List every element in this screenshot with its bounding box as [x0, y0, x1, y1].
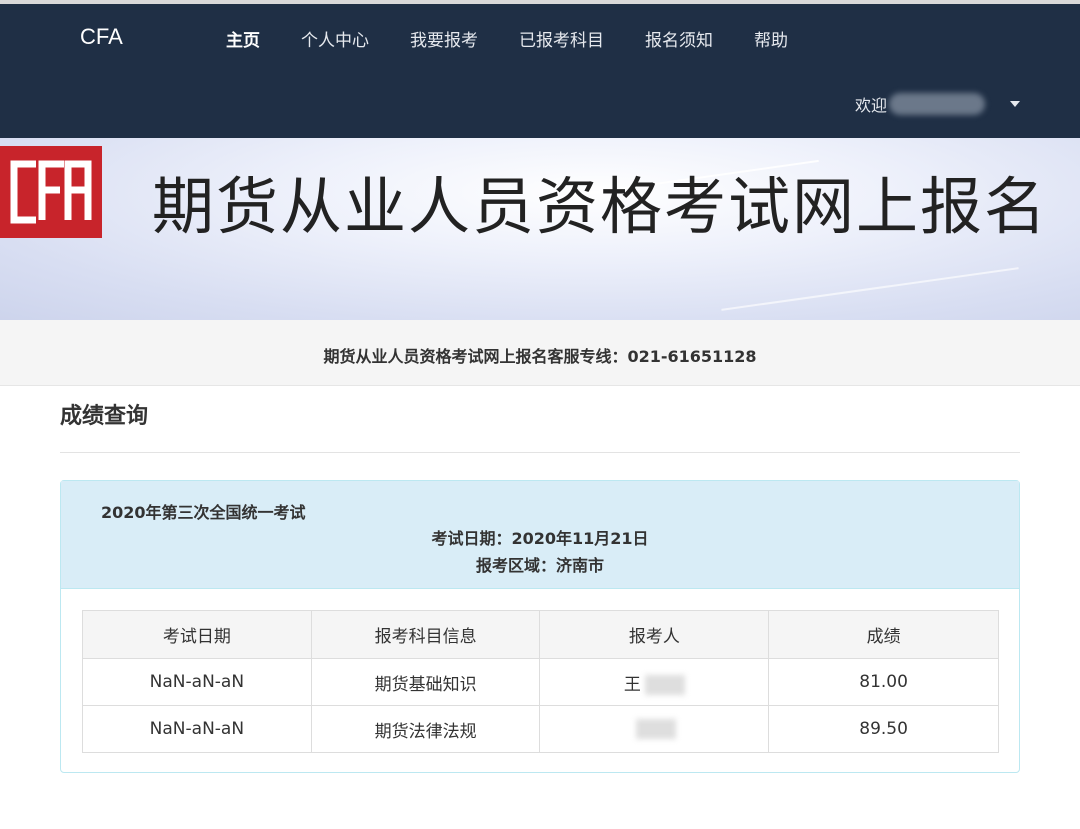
candidate-name: 王 [623, 674, 641, 695]
navbar-top-line [0, 0, 1080, 4]
exam-name: 2020年第三次全国统一考试 [101, 503, 306, 522]
nav-menu: 主页 个人中心 我要报考 已报考科目 报名须知 帮助 [226, 26, 829, 51]
cell-subject: 期货基础知识 [310, 658, 541, 706]
cfa-logo [0, 146, 102, 238]
score-panel: 2020年第三次全国统一考试 考试日期：2020年11月21日 报考区域：济南市… [60, 480, 1020, 773]
welcome-label: 欢迎 [855, 96, 888, 115]
title-divider [60, 452, 1020, 453]
cell-subject: 期货法律法规 [310, 705, 541, 753]
nav-item-registered-subjects[interactable]: 已报考科目 [519, 26, 604, 51]
nav-item-home[interactable]: 主页 [226, 26, 260, 51]
cell-exam-date: NaN-aN-aN [82, 658, 312, 706]
table-row: NaN-aN-aN 期货法律法规 89.50 [82, 705, 999, 753]
table-row: NaN-aN-aN 期货基础知识 王 81.00 [82, 658, 999, 706]
column-header-subject: 报考科目信息 [310, 610, 541, 659]
banner-title: 期货从业人员资格考试网上报名 [152, 170, 1049, 243]
column-header-score: 成绩 [768, 610, 999, 659]
user-welcome[interactable]: 欢迎 [855, 92, 986, 116]
hotline-text: 期货从业人员资格考试网上报名客服专线：021-61651128 [323, 347, 757, 366]
cell-score: 89.50 [768, 705, 999, 753]
score-table: 考试日期 报考科目信息 报考人 成绩 NaN-aN-aN 期货基础知识 王 81… [82, 610, 999, 753]
redacted-name [636, 719, 677, 739]
nav-item-help[interactable]: 帮助 [754, 26, 788, 51]
top-navbar: CFA 主页 个人中心 我要报考 已报考科目 报名须知 帮助 欢迎 [0, 0, 1080, 138]
column-header-candidate: 报考人 [539, 610, 770, 659]
redacted-name [644, 674, 685, 695]
page-title: 成绩查询 [60, 404, 149, 429]
table-header-row: 考试日期 报考科目信息 报考人 成绩 [82, 610, 999, 659]
header-banner: 期货从业人员资格考试网上报名 [0, 138, 1080, 320]
banner-light-streak [721, 267, 1019, 311]
exam-date: 考试日期：2020年11月21日 [431, 529, 649, 548]
column-header-exam-date: 考试日期 [82, 610, 312, 659]
redacted-username [889, 93, 986, 115]
nav-item-apply-exam[interactable]: 我要报考 [410, 26, 478, 51]
hotline-bar: 期货从业人员资格考试网上报名客服专线：021-61651128 [0, 320, 1080, 386]
cell-exam-date: NaN-aN-aN [82, 705, 312, 753]
nav-item-personal-center[interactable]: 个人中心 [301, 26, 369, 51]
cell-candidate: 王 [539, 658, 770, 706]
brand-logo-text[interactable]: CFA [80, 24, 123, 50]
cfa-logo-icon [10, 160, 92, 224]
nav-item-registration-notice[interactable]: 报名须知 [645, 26, 713, 51]
panel-heading: 2020年第三次全国统一考试 考试日期：2020年11月21日 报考区域：济南市 [61, 481, 1019, 589]
exam-region: 报考区域：济南市 [475, 556, 604, 575]
user-dropdown-caret-icon[interactable] [1010, 101, 1020, 107]
cell-candidate [539, 705, 770, 753]
cell-score: 81.00 [768, 658, 999, 706]
